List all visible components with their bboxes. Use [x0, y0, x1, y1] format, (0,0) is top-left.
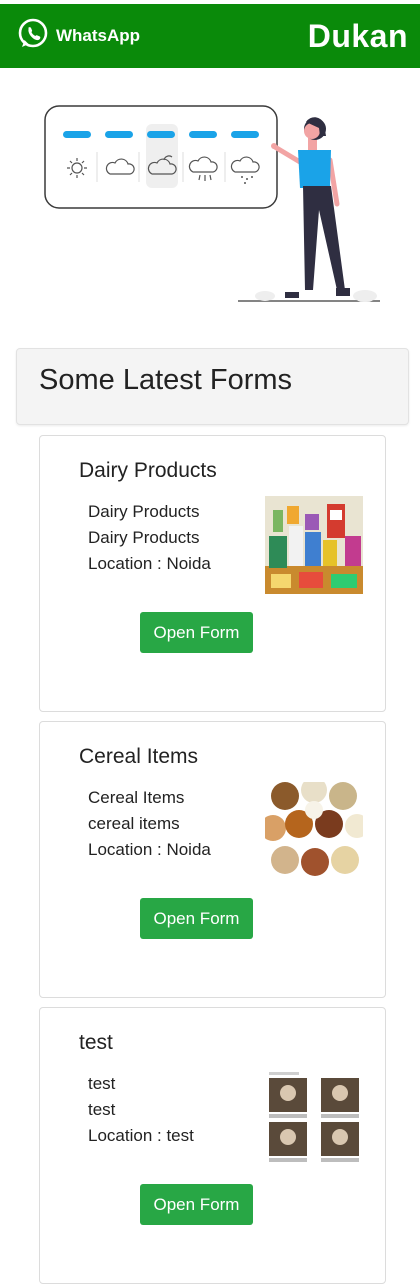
- form-card-location: Location : test: [88, 1126, 194, 1145]
- weather-dashboard-illustration: [40, 100, 390, 310]
- form-card-title: test: [79, 1031, 113, 1054]
- open-form-button[interactable]: Open Form: [140, 1184, 253, 1225]
- open-form-button[interactable]: Open Form: [140, 898, 253, 939]
- form-card-line: test: [88, 1100, 116, 1119]
- whatsapp-link[interactable]: WhatsApp: [16, 17, 140, 56]
- form-card-line: Dairy Products: [88, 502, 200, 521]
- section-title: Some Latest Forms: [39, 364, 293, 396]
- dairy-products-image: [265, 496, 363, 594]
- form-card-line: test: [88, 1074, 116, 1093]
- whatsapp-label: WhatsApp: [56, 26, 141, 45]
- form-card: Cereal Items Cereal Items cereal items L…: [39, 721, 386, 998]
- test-collage-image: [265, 1068, 363, 1166]
- form-card-location: Location : Noida: [88, 554, 211, 573]
- form-card: test test test Location : test Open Form: [39, 1007, 386, 1284]
- brand-title: Dukan: [307, 17, 408, 54]
- form-card-title: Dairy Products: [79, 459, 217, 482]
- whatsapp-icon: [16, 17, 50, 56]
- form-card-line: Cereal Items: [88, 788, 185, 807]
- form-card: Dairy Products Dairy Products Dairy Prod…: [39, 435, 386, 712]
- form-card-location: Location : Noida: [88, 840, 211, 859]
- section-header: Some Latest Forms: [16, 348, 409, 425]
- cereal-grains-image: [265, 782, 363, 880]
- form-card-line: cereal items: [88, 814, 180, 833]
- form-card-title: Cereal Items: [79, 745, 199, 768]
- open-form-button[interactable]: Open Form: [140, 612, 253, 653]
- app-header: WhatsApp Dukan: [0, 4, 420, 68]
- form-card-line: Dairy Products: [88, 528, 200, 547]
